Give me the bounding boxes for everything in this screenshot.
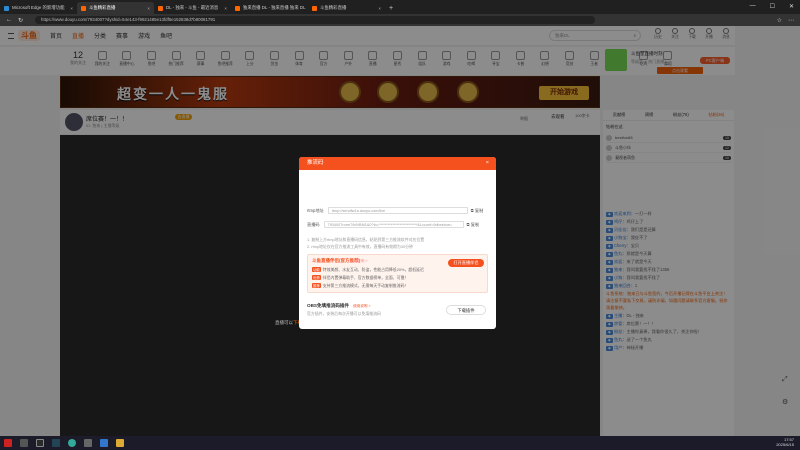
tab-label: 斗鱼精彩直播 (320, 5, 347, 10)
douyu-icon (235, 5, 240, 11)
extensions-icon[interactable]: ⋯ (788, 17, 794, 24)
obs-help-link[interactable]: 使用说明 > (353, 304, 370, 308)
promo-help-link[interactable]: 使用说明 > (350, 259, 367, 264)
store-icon[interactable] (100, 439, 108, 447)
stream-key-dialog: 推流码 × rtmp地址 rtmp://sendfw1a.douyu.com/l… (299, 157, 496, 329)
copy-rtmp-button[interactable]: ⧉ 复制 (471, 208, 484, 214)
taskbar: 17:57 2025/6/15 (0, 436, 800, 450)
window-controls: — ☐ ✕ (750, 3, 794, 10)
promo-key: 推荐 (312, 283, 321, 288)
close-icon[interactable]: × (224, 6, 227, 11)
dialog-header: 推流码 × (299, 157, 496, 170)
promo-key: 功能 (312, 267, 321, 272)
dialog-title: 推流码 (307, 160, 324, 166)
favorites-icon[interactable]: ☆ (777, 17, 782, 24)
obs-title: OBS免填推流码插件 (307, 303, 350, 308)
promo-line: 功能 特效美颜、水友互动、防盗，性能占用降低20%，超低延迟 (312, 267, 424, 273)
tab-label: 斗鱼精彩直播 (89, 5, 116, 10)
promo-text: 伴侣内置弹幕助手、官方数据榜单，全面、可靠！ (322, 275, 409, 280)
tab-label: DL - 独来 - 斗鱼 - 最近消息 (166, 5, 219, 10)
close-window-icon[interactable]: ✕ (789, 3, 794, 10)
terminal-icon[interactable] (36, 439, 44, 447)
promo-key: 优势 (312, 275, 321, 280)
edge-icon[interactable] (68, 439, 76, 447)
key-field[interactable]: 7934007rorm79dVBM1&0?fo=****************… (323, 221, 464, 228)
douyu-icon (312, 5, 317, 11)
douyu-icon (158, 5, 163, 11)
refresh-icon[interactable]: ↻ (18, 17, 23, 24)
clock-date: 2025/6/15 (776, 442, 794, 447)
browser-tab[interactable]: 斗鱼精彩直播 × (308, 2, 385, 14)
browser-tab[interactable]: Microsoft Edge 的新增功能 × (0, 2, 77, 14)
companion-promo: 斗鱼直播伴侣(官方推荐) 使用说明 > 打开直播伴侣 功能 特效美颜、水友互动、防… (307, 254, 488, 293)
minimize-icon[interactable]: — (750, 3, 756, 10)
url-input[interactable]: https://www.douyu.com/7934007?dyshid=54e… (35, 16, 596, 24)
promo-text: 支持第三方推流模式，无需每天手动复制推流码！ (322, 283, 409, 288)
edge-icon (4, 5, 9, 11)
douyu-app-icon[interactable] (4, 439, 12, 447)
dialog-note: 1. 复制上方rtmp地址和直播码信息，粘贴到第三方推流软件对应位置 (307, 237, 425, 242)
key-row: 直播码 7934007rorm79dVBM1&0?fo=************… (307, 221, 479, 228)
copy-key-button[interactable]: ⧉ 复制 (467, 222, 480, 228)
close-icon[interactable]: × (486, 157, 489, 170)
promo-text: 特效美颜、水友互动、防盗，性能占用降低20%，超低延迟 (322, 267, 424, 272)
mail-icon[interactable] (20, 439, 28, 447)
rtmp-row: rtmp地址 rtmp://sendfw1a.douyu.com/live ⧉ … (307, 207, 483, 214)
tab-label: Microsoft Edge 的新增功能 (12, 5, 65, 10)
steam-icon[interactable] (52, 439, 60, 447)
douyu-page: 斗鱼 首页 直播 分类 赛事 游戏 鱼吧 独来DL ⌕ 历史 关注 下载 开播 消… (0, 26, 800, 436)
promo-line: 优势 伴侣内置弹幕助手、官方数据榜单，全面、可靠！ (312, 275, 408, 281)
dialog-note: 2. rtmp地址仅在官方推流工具中有效，直播码有效期为30分钟 (307, 244, 413, 249)
close-icon[interactable]: × (70, 6, 73, 11)
new-tab-button[interactable]: + (389, 5, 393, 12)
wait-prefix: 直播可以 (275, 320, 293, 325)
browser-tab[interactable]: DL - 独来 - 斗鱼 - 最近消息 × (154, 2, 231, 14)
rtmp-field[interactable]: rtmp://sendfw1a.douyu.com/live (327, 207, 468, 214)
douyu-icon (81, 5, 86, 11)
tab-label: 独来直播 DL - 独来直播 独来 DL (243, 5, 306, 10)
settings-icon[interactable] (84, 439, 92, 447)
explorer-icon[interactable] (116, 439, 124, 447)
maximize-icon[interactable]: ☐ (770, 3, 775, 10)
copy-label: 复制 (470, 221, 480, 227)
promo-line: 推荐 支持第三方推流模式，无需每天手动复制推流码！ (312, 283, 408, 289)
open-companion-button[interactable]: 打开直播伴侣 (448, 259, 484, 267)
key-label: 直播码 (307, 221, 320, 227)
system-tray[interactable]: 17:57 2025/6/15 (776, 437, 794, 447)
rtmp-label: rtmp地址 (307, 207, 324, 213)
address-bar: ← ↻ https://www.douyu.com/7934007?dyshid… (0, 14, 800, 26)
browser-tab-active[interactable]: 斗鱼精彩直播 × (77, 2, 154, 14)
back-icon[interactable]: ← (6, 17, 12, 23)
close-icon[interactable]: × (378, 6, 381, 11)
copy-label: 复制 (474, 207, 484, 213)
browser-tabbar: Microsoft Edge 的新增功能 × 斗鱼精彩直播 × DL - 独来 - … (0, 0, 800, 14)
browser-tab[interactable]: 独来直播 DL - 独来直播 独来 DL× (231, 2, 308, 14)
download-plugin-button[interactable]: 下载插件 (446, 305, 486, 315)
obs-plugin-section: OBS免填推流码插件 使用说明 > 官方插件，安装后每次开播可以免填推流码 下载插… (307, 303, 488, 319)
close-icon[interactable]: × (147, 6, 150, 11)
